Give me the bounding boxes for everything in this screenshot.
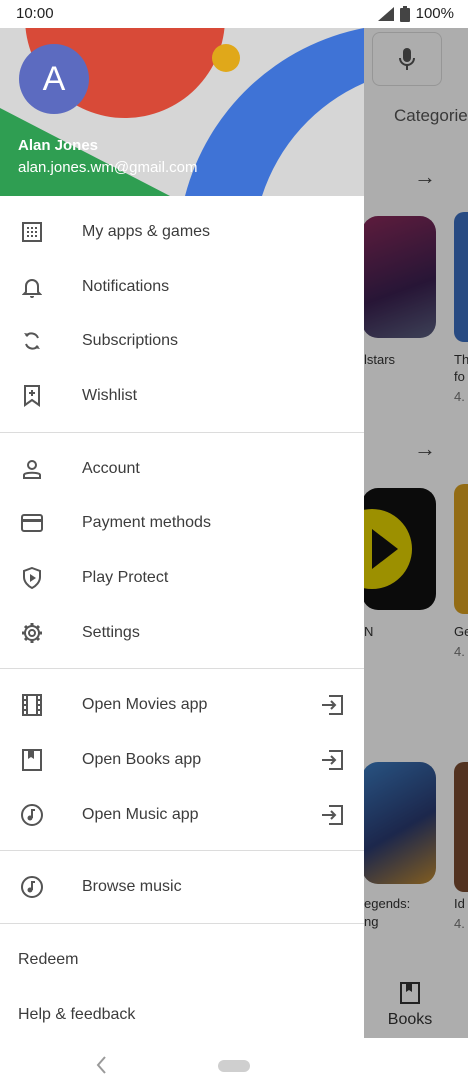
menu-item-label: Browse music [82,878,182,895]
signal-icon [377,6,394,21]
music-note-icon [20,803,44,827]
refresh-icon [20,329,44,353]
divider [0,923,364,924]
redeem-label: Redeem [18,951,79,968]
menu-item-label: Play Protect [82,569,169,586]
system-nav-bar [0,1038,468,1092]
avatar[interactable]: A [19,44,89,114]
open-external-icon [320,693,344,717]
apps-grid-icon [20,220,44,244]
credit-card-icon [20,511,44,535]
user-name: Alan Jones [18,137,99,154]
open-external-icon [320,748,344,772]
menu-item-settings[interactable]: Settings [0,606,364,660]
divider [0,432,364,433]
battery-percent: 100% [415,5,454,22]
help-feedback-label: Help & feedback [18,1006,136,1023]
menu-item-account[interactable]: Account [0,442,364,496]
drawer-header: A Alan Jones alan.jones.wm@gmail.com [0,28,364,196]
menu-item-label: Payment methods [82,514,211,531]
menu-item-label: Settings [82,624,140,641]
music-note-icon [20,875,44,899]
status-bar: 10:00 100% [0,0,468,28]
menu-item-redeem[interactable]: Redeem [0,933,364,987]
back-icon[interactable] [94,1054,108,1076]
menu-item-label: Notifications [82,278,170,295]
person-icon [20,457,44,481]
menu-item-subscriptions[interactable]: Subscriptions [0,314,364,368]
menu-item-open-movies[interactable]: Open Movies app [0,678,364,732]
menu-item-label: My apps & games [82,223,211,240]
menu-item-open-music[interactable]: Open Music app [0,788,364,842]
menu-item-label: Wishlist [82,387,138,404]
menu-item-notifications[interactable]: Notifications [0,260,364,314]
bell-icon [20,275,44,299]
gear-icon [20,621,44,645]
status-time: 10:00 [16,5,54,22]
menu-item-label: Account [82,460,140,477]
menu-item-my-apps[interactable]: My apps & games [0,205,364,259]
menu-item-label: Subscriptions [82,332,179,349]
navigation-drawer: A Alan Jones alan.jones.wm@gmail.com My … [0,28,364,1038]
bookmark-add-icon [20,384,44,408]
menu-item-play-protect[interactable]: Play Protect [0,551,364,605]
menu-item-label: Open Movies app [82,696,208,713]
shield-play-icon [20,566,44,590]
film-icon [20,693,44,717]
menu-item-payment-methods[interactable]: Payment methods [0,496,364,550]
divider [0,668,364,669]
book-icon [20,748,44,772]
status-icons: 100% [377,5,454,22]
user-email[interactable]: alan.jones.wm@gmail.com [18,159,197,176]
menu-item-label: Open Books app [82,751,202,768]
menu-item-open-books[interactable]: Open Books app [0,733,364,787]
menu-item-label: Open Music app [82,806,199,823]
menu-item-wishlist[interactable]: Wishlist [0,369,364,423]
battery-icon [399,5,410,22]
home-pill[interactable] [218,1060,250,1072]
menu-item-help-feedback[interactable]: Help & feedback [0,988,364,1038]
open-external-icon [320,803,344,827]
menu-item-browse-music[interactable]: Browse music [0,860,364,914]
divider [0,850,364,851]
